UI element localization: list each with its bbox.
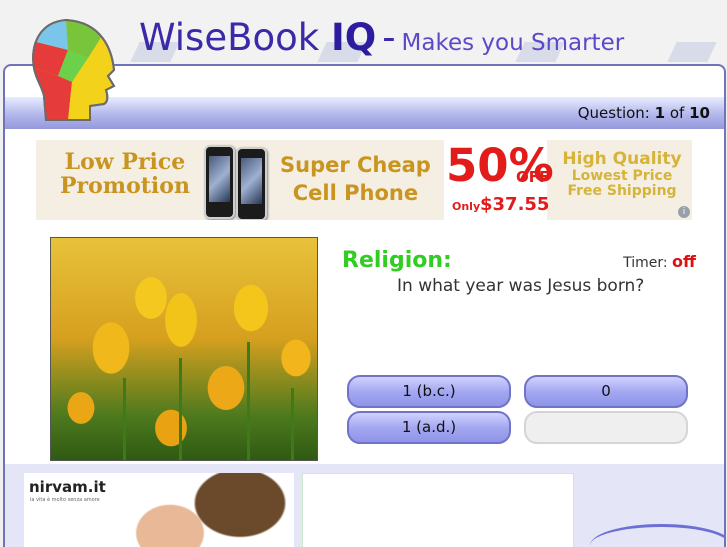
ad-discount: 50% OFF Only $37.55 — [444, 140, 554, 220]
timer-value: off — [672, 252, 696, 271]
ad-mid-line1: Super Cheap — [280, 153, 431, 177]
ad-promo-text: Low Price Promotion — [60, 150, 190, 198]
bottom-ad[interactable]: nirvam.it la vita è molto senza amore — [24, 473, 294, 547]
ad-only: Only — [452, 200, 481, 213]
answer-button[interactable]: 1 (b.c.) — [347, 375, 511, 408]
bottom-ad-placeholder[interactable] — [302, 473, 574, 547]
question-prefix: Question: — [577, 104, 650, 122]
flower-stem — [247, 342, 250, 460]
site-title[interactable]: WiseBook IQ - Makes you Smarter — [139, 16, 624, 59]
ad2-subline: la vita è molto senza amore — [30, 497, 100, 503]
question-of: of — [669, 104, 685, 122]
ad-right-line1: High Quality — [562, 149, 682, 169]
question-total: 10 — [689, 104, 710, 122]
ad-left-line1: Low Price — [64, 149, 186, 175]
title-separator: - — [382, 16, 396, 59]
ad-right-line2: Lowest Price — [571, 168, 673, 184]
phone-image — [204, 145, 235, 219]
ad-price: $37.55 — [480, 194, 550, 215]
question-image — [50, 237, 318, 461]
answer-button[interactable]: 1 (a.d.) — [347, 411, 511, 444]
ad-off: OFF — [516, 168, 550, 186]
phone-image — [236, 147, 267, 220]
ad2-brand: nirvam.it — [29, 478, 106, 496]
answer-button[interactable]: 0 — [524, 375, 688, 408]
question-counter: Question: 1 of 10 — [578, 104, 710, 122]
ad-left-line2: Promotion — [60, 173, 190, 199]
flower-stem — [123, 378, 126, 460]
question-category: Religion: — [342, 248, 452, 273]
ad2-photo — [110, 473, 294, 547]
flower-stem — [179, 358, 182, 460]
question-current: 1 — [654, 104, 666, 122]
brand-bold: IQ — [330, 16, 377, 59]
colorful-puzzle-head-icon[interactable] — [28, 16, 124, 126]
ad-right-line3: Free Shipping — [567, 183, 677, 199]
content-frame: Question: 1 of 10 Low Price Promotion Su… — [3, 64, 726, 547]
tagline: Makes you Smarter — [401, 30, 625, 56]
ad-middle-text: Super Cheap Cell Phone — [280, 151, 431, 207]
answer-button-empty[interactable] — [524, 411, 688, 444]
ad-right-text: High Quality Lowest Price Free Shipping — [552, 149, 692, 199]
timer[interactable]: Timer: off — [623, 252, 696, 271]
ad-info-icon[interactable]: i — [678, 206, 690, 218]
header-decoration — [667, 42, 717, 62]
flower-stem — [291, 388, 294, 460]
question-text: In what year was Jesus born? — [397, 276, 645, 296]
timer-label: Timer: — [623, 255, 668, 271]
brand-name: WiseBook — [139, 16, 320, 59]
ad-mid-line2: Cell Phone — [292, 181, 419, 205]
banner-ad[interactable]: Low Price Promotion Super Cheap Cell Pho… — [36, 140, 692, 220]
